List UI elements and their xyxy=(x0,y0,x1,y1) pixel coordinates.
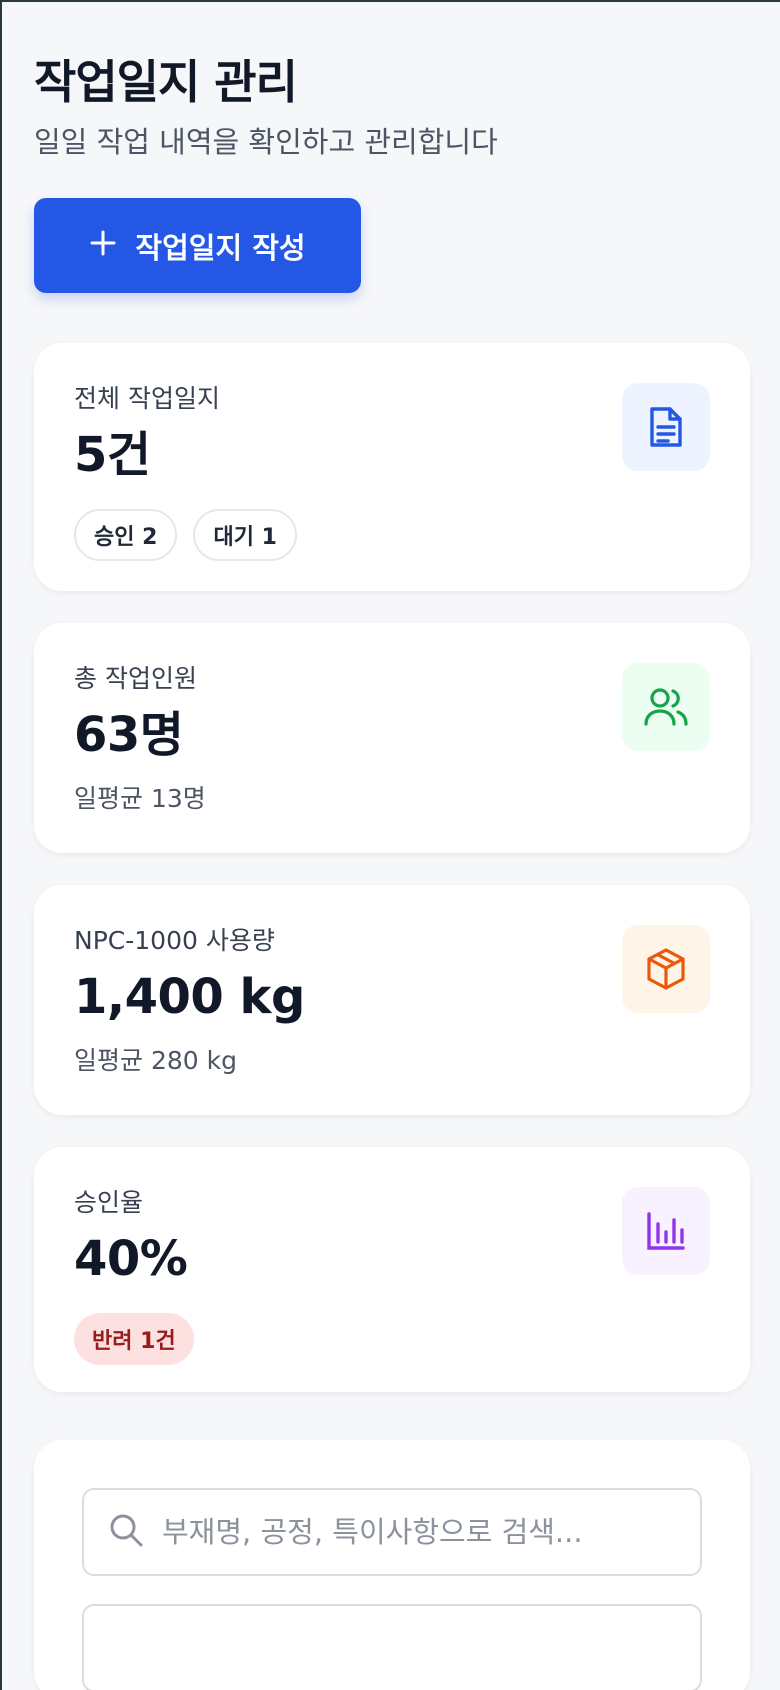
page-title: 작업일지 관리 xyxy=(34,55,298,109)
create-log-button[interactable]: 작업일지 작성 xyxy=(34,198,361,293)
plus-icon xyxy=(89,225,117,263)
search-icon xyxy=(108,1512,144,1552)
page-subtitle: 일일 작업 내역을 확인하고 관리합니다 xyxy=(34,125,498,159)
pending-chip: 대기 1 xyxy=(193,509,297,561)
search-field[interactable] xyxy=(82,1488,702,1576)
stat-value: 40% xyxy=(74,1231,188,1287)
stat-card-workers: 총 작업인원 63명 일평균 13명 xyxy=(34,623,750,853)
create-log-button-label: 작업일지 작성 xyxy=(135,230,306,265)
users-icon xyxy=(622,663,710,751)
stat-label: 승인율 xyxy=(74,1188,144,1217)
rejected-chip: 반려 1건 xyxy=(74,1313,194,1365)
stat-value: 63명 xyxy=(74,707,184,763)
stat-value: 5건 xyxy=(74,427,151,483)
stat-sub: 일평균 13명 xyxy=(74,784,206,813)
approved-chip: 승인 2 xyxy=(74,509,178,561)
page: 작업일지 관리 일일 작업 내역을 확인하고 관리합니다 작업일지 작성 전체 … xyxy=(0,0,780,1690)
filter-field[interactable] xyxy=(82,1604,702,1690)
document-icon xyxy=(622,383,710,471)
stat-card-npc: NPC-1000 사용량 1,400 kg 일평균 280 kg xyxy=(34,885,750,1115)
bar-chart-icon xyxy=(622,1187,710,1275)
stat-label: 전체 작업일지 xyxy=(74,384,220,413)
stat-label: NPC-1000 사용량 xyxy=(74,926,275,955)
stat-sub: 일평균 280 kg xyxy=(74,1046,237,1075)
stat-card-total-logs: 전체 작업일지 5건 승인 2 대기 1 xyxy=(34,343,750,591)
stat-value: 1,400 kg xyxy=(74,969,305,1025)
search-input[interactable] xyxy=(162,1515,676,1549)
stat-label: 총 작업인원 xyxy=(74,664,197,693)
stat-card-approval: 승인율 40% 반려 1건 xyxy=(34,1147,750,1392)
search-card xyxy=(34,1440,750,1690)
package-icon xyxy=(622,925,710,1013)
